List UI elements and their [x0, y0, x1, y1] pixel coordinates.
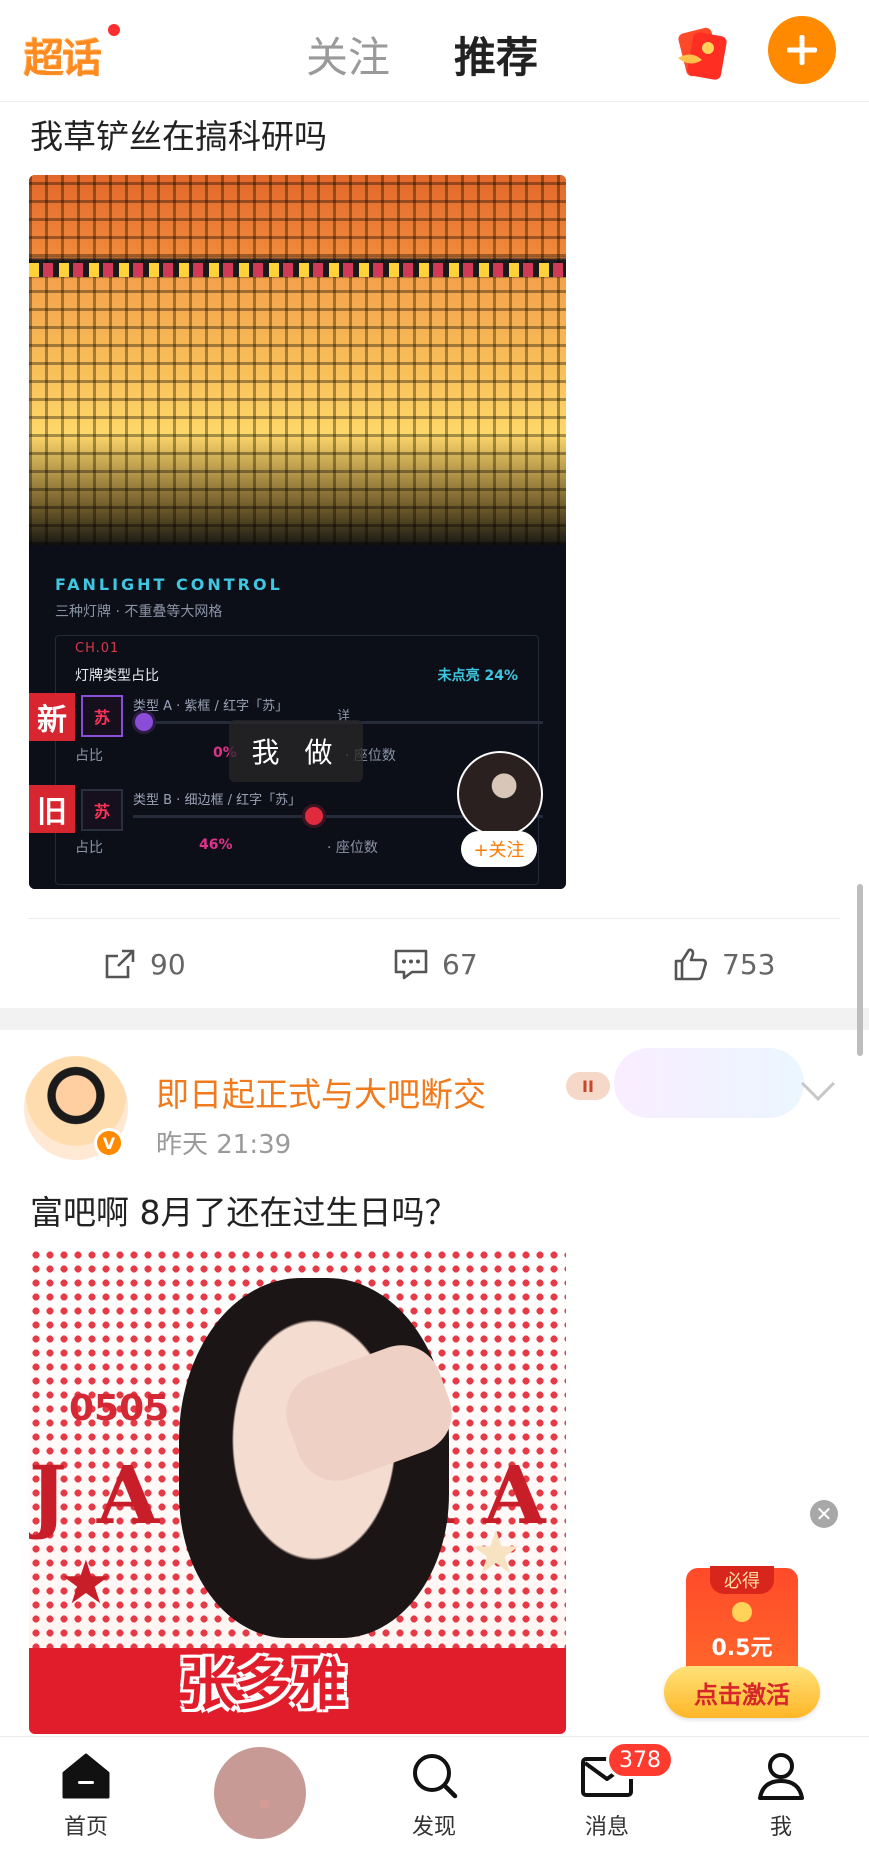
top-bar: 超话 关注 推荐 — [0, 0, 869, 102]
chevron-down-icon[interactable] — [801, 1067, 835, 1101]
comment-icon — [394, 949, 428, 980]
poster-name: 张多雅 — [179, 1653, 347, 1718]
nav-discover-label: 发现 — [411, 1815, 456, 1840]
post-image[interactable]: JANDAA 0505 ★ ★ 张多雅 — [29, 1248, 566, 1734]
poster-date: 0505 — [69, 1388, 170, 1429]
badge-old: 旧 — [29, 785, 75, 833]
channel-label: CH.01 — [75, 641, 120, 656]
panel-title: FANLIGHT CONTROL — [55, 575, 283, 594]
panel-subtitle: 三种灯牌 · 不重叠等大网格 — [55, 604, 223, 620]
percent-b: 46% — [199, 837, 233, 853]
slider-knob-a — [135, 713, 153, 731]
type-b-label: 类型 B · 细边框 / 红字「苏」 — [133, 793, 302, 808]
red-packet-icon[interactable] — [672, 24, 730, 80]
author-avatar[interactable] — [457, 751, 543, 837]
sign-a-preview: 苏 — [81, 695, 123, 737]
tab-follow[interactable]: 关注 — [306, 24, 390, 85]
divider — [28, 918, 840, 919]
sign-b-preview: 苏 — [81, 789, 123, 831]
notification-dot — [106, 22, 122, 38]
post-image[interactable]: FANLIGHT CONTROL 三种灯牌 · 不重叠等大网格 CH.01 灯牌… — [29, 175, 566, 889]
stadium-sign-row — [29, 263, 566, 277]
nav-messages-label: 消息 — [584, 1815, 629, 1840]
mix-label: 灯牌类型占比 — [75, 668, 159, 684]
activate-button[interactable]: 点击激活 — [664, 1666, 820, 1718]
verified-badge: V — [94, 1128, 124, 1158]
follow-button[interactable]: +关注 — [461, 831, 537, 867]
coin-icon — [732, 1602, 752, 1622]
nav-me-label: 我 — [769, 1815, 792, 1840]
tab-recommend[interactable]: 推荐 — [454, 24, 541, 91]
share-button[interactable]: 90 — [102, 944, 186, 984]
star-icon: ★ — [469, 1518, 523, 1588]
envelope-amount: 0.5元 — [711, 1636, 773, 1661]
envelope-top-label: 必得 — [710, 1566, 774, 1594]
profile-decoration — [614, 1048, 804, 1118]
post-time: 昨天 21:39 — [156, 1130, 292, 1160]
slider-knob-b — [305, 807, 323, 825]
home-icon — [62, 1753, 110, 1799]
stadium-lights-photo — [29, 175, 566, 545]
unlit-label: 未点亮 24% — [437, 668, 518, 684]
close-ad-button[interactable]: ✕ — [810, 1500, 838, 1528]
nav-home[interactable]: 首页 — [31, 1751, 141, 1841]
post-text: 我草铲丝在搞科研吗 — [30, 117, 327, 156]
level-badge: II — [566, 1072, 610, 1100]
post-text: 富吧啊 8月了还在过生日吗？ — [30, 1193, 458, 1232]
like-count: 753 — [722, 947, 776, 981]
ratio-label-a: 占比 — [75, 748, 103, 764]
nav-discover[interactable]: 发现 — [379, 1751, 489, 1841]
bottom-nav: 首页 发现 消息 378 我 — [0, 1736, 869, 1858]
search-icon — [413, 1754, 458, 1799]
feed-separator — [0, 1008, 869, 1030]
scrollbar[interactable] — [857, 884, 863, 1056]
overlay-caption: 我 做 — [229, 720, 363, 782]
nav-home-label: 首页 — [63, 1815, 108, 1840]
nav-me[interactable]: 我 — [726, 1751, 836, 1841]
thumbs-up-icon — [674, 948, 707, 981]
create-post-button[interactable] — [768, 16, 836, 84]
ratio-label-b: 占比 — [75, 840, 103, 856]
seats-label-b: · 座位数 — [327, 840, 378, 856]
supertopic-logo[interactable]: 超话 — [24, 22, 122, 82]
like-button[interactable]: 753 — [672, 944, 775, 984]
share-count: 90 — [150, 947, 186, 981]
type-a-label: 类型 A · 紫框 / 红字「苏」 — [133, 699, 289, 714]
username[interactable]: 即日起正式与大吧断交 — [156, 1068, 486, 1116]
comment-button[interactable]: 67 — [392, 944, 478, 984]
comment-count: 67 — [442, 947, 478, 981]
badge-new: 新 — [29, 693, 75, 741]
message-count-badge: 378 — [606, 1741, 674, 1779]
tab-recommend-label: 推荐 — [454, 33, 539, 82]
star-icon: ★ — [59, 1548, 113, 1618]
share-icon — [105, 949, 135, 979]
logo-text: 超话 — [24, 36, 102, 82]
center-avatar-button[interactable] — [214, 1747, 306, 1839]
person-icon — [758, 1753, 804, 1800]
